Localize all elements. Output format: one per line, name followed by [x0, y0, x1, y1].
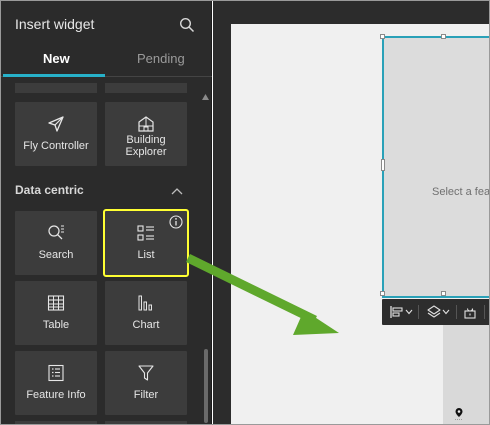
widget-label: Fly Controller: [23, 140, 89, 152]
map-pin-icon: [455, 408, 463, 420]
widget-label: Filter: [133, 389, 159, 401]
active-tab-indicator: [3, 74, 105, 77]
table-icon: [47, 295, 65, 311]
widget-label: List: [137, 249, 155, 261]
widget-fly-controller[interactable]: Fly Controller: [15, 102, 97, 166]
building-icon: [138, 116, 154, 132]
resize-handle-top[interactable]: [441, 34, 446, 39]
layers-icon: [427, 305, 441, 318]
resize-handle-top-left[interactable]: [380, 34, 385, 39]
align-left-icon: [390, 306, 403, 318]
widget-feature-info[interactable]: Feature Info: [15, 351, 97, 415]
widget-label: Chart: [132, 319, 160, 331]
search-icon[interactable]: [179, 17, 195, 33]
scrollbar-thumb[interactable]: [204, 349, 208, 423]
widget-table[interactable]: Table: [15, 281, 97, 345]
panel-tabs: New Pending: [1, 45, 212, 77]
toolbar-divider: [456, 305, 457, 319]
app-frame: Insert widget New Pending Fly Controller…: [0, 0, 490, 425]
unlock-icon: [464, 308, 476, 319]
chevron-up-icon[interactable]: [171, 187, 183, 195]
widget-tile-partial[interactable]: [15, 83, 97, 93]
canvas-grey-region: [443, 323, 489, 424]
widget-label: Search: [38, 249, 74, 261]
widget-label: Table: [42, 319, 70, 331]
selected-widget-frame[interactable]: [382, 36, 489, 298]
widget-tile-partial[interactable]: [105, 421, 187, 424]
resize-handle-bottom-left[interactable]: [380, 291, 385, 296]
scroll-up-icon[interactable]: [202, 94, 209, 100]
chevron-down-icon: [442, 309, 450, 315]
toolbar-divider: [484, 305, 485, 319]
widget-tile-partial[interactable]: [15, 421, 97, 424]
align-button[interactable]: [389, 304, 413, 320]
bar-chart-icon: [138, 295, 152, 311]
widget-chart[interactable]: Chart: [105, 281, 187, 345]
search-icon: [48, 225, 64, 240]
widget-label: Building Explorer: [105, 134, 187, 158]
widget-building-explorer[interactable]: Building Explorer: [105, 102, 187, 166]
widget-filter[interactable]: Filter: [105, 351, 187, 415]
widget-label-line: Building Explorer: [125, 134, 167, 158]
widget-search[interactable]: Search: [15, 211, 97, 275]
chevron-down-icon: [405, 309, 413, 315]
widget-toolbar: [382, 299, 489, 325]
lock-button[interactable]: [463, 304, 477, 320]
feature-info-icon: [48, 364, 64, 382]
filter-icon: [138, 365, 154, 381]
widget-label: Feature Info: [26, 389, 86, 401]
tab-pending[interactable]: Pending: [137, 51, 185, 66]
list-icon: [137, 225, 154, 241]
paper-plane-icon: [48, 116, 64, 132]
toolbar-divider: [418, 305, 419, 319]
widget-tile-partial[interactable]: [105, 83, 187, 93]
section-title-data-centric: Data centric: [15, 183, 84, 197]
tab-new[interactable]: New: [43, 51, 70, 66]
widget-list[interactable]: List: [103, 209, 189, 277]
layer-button[interactable]: [426, 304, 450, 320]
panel-title: Insert widget: [15, 16, 95, 32]
resize-handle-left[interactable]: [381, 159, 385, 171]
insert-widget-panel: Insert widget New Pending Fly Controller…: [1, 1, 212, 424]
widget-placeholder-text: Select a feat: [432, 186, 490, 198]
resize-handle-bottom[interactable]: [441, 291, 446, 296]
